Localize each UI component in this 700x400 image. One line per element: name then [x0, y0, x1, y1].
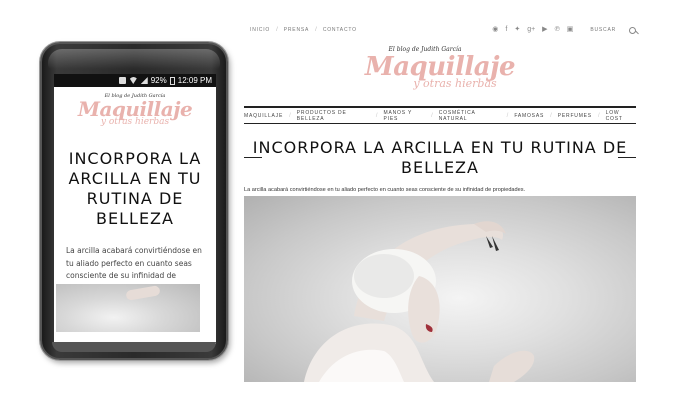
post-excerpt: La arcilla acabará convirtiéndose en tu …: [244, 187, 526, 193]
facebook-icon[interactable]: f: [505, 24, 507, 36]
battery-percent: 92%: [150, 76, 167, 85]
category-perfumes[interactable]: PERFUMES: [558, 113, 592, 119]
title-rule-right: [618, 157, 636, 158]
phone-mockup: 92% 12:09 PM El blog de Judith García Ma…: [40, 42, 228, 360]
top-nav-contacto[interactable]: CONTACTO: [323, 27, 357, 33]
category-nav: MAQUILLAJE / PRODUCTOS DE BELLEZA / MANO…: [244, 106, 636, 124]
search-icon[interactable]: [629, 26, 636, 34]
phone-sheen: [48, 49, 220, 69]
mobile-site-header: El blog de Judith García Maquillaje y ot…: [54, 87, 216, 127]
top-nav-prensa[interactable]: PRENSA: [284, 27, 309, 33]
instagram-icon[interactable]: ▣: [567, 24, 574, 36]
site-logo-sub: y otras hierbas: [413, 77, 497, 90]
photo-nail: [486, 236, 493, 248]
photo-hair-shadow: [354, 254, 414, 298]
category-separator: /: [289, 112, 291, 119]
category-famosas[interactable]: FAMOSAS: [514, 113, 544, 119]
top-nav-inicio[interactable]: INICIO: [250, 27, 270, 33]
status-time: 12:09 PM: [177, 76, 212, 85]
category-cosmetica-natural[interactable]: COSMÉTICA NATURAL: [439, 110, 501, 122]
mobile-post-title[interactable]: INCORPORA LA ARCILLA EN TU RUTINA DE BEL…: [54, 149, 216, 229]
pinterest-icon[interactable]: ℗: [555, 24, 560, 36]
mobile-photo-hand: [125, 285, 161, 301]
site-header: El blog de Judith García Maquillaje y ot…: [244, 46, 636, 90]
category-maquillaje[interactable]: MAQUILLAJE: [244, 113, 283, 119]
top-nav-separator: /: [315, 27, 317, 33]
notification-icon: [118, 77, 126, 84]
search-label[interactable]: BUSCAR: [590, 27, 616, 33]
featured-photo-illustration: [304, 221, 535, 382]
category-separator: /: [550, 112, 552, 119]
twitter-icon[interactable]: ✦: [514, 24, 520, 36]
post-featured-image[interactable]: [244, 196, 636, 382]
battery-icon: [169, 76, 175, 85]
photo-right-hand: [489, 350, 535, 382]
rss-icon[interactable]: ◉: [492, 24, 498, 36]
status-bar: 92% 12:09 PM: [54, 74, 216, 87]
photo-nail: [492, 236, 499, 251]
category-manos-y-pies[interactable]: MANOS Y PIES: [384, 110, 426, 122]
wifi-icon: [128, 77, 138, 84]
signal-icon: [140, 77, 148, 84]
mobile-post-image[interactable]: [56, 284, 200, 332]
youtube-icon[interactable]: ▶: [542, 24, 547, 36]
phone-bottom-bezel: [52, 342, 216, 352]
post-title[interactable]: INCORPORA LA ARCILLA EN TU RUTINA DE BEL…: [244, 138, 636, 178]
top-bar: INICIO / PRENSA / CONTACTO ◉ f ✦ g+ ▶ ℗ …: [244, 24, 636, 36]
desktop-site: INICIO / PRENSA / CONTACTO ◉ f ✦ g+ ▶ ℗ …: [244, 0, 636, 400]
category-separator: /: [597, 112, 600, 119]
title-rule-left: [244, 157, 262, 158]
category-separator: /: [506, 112, 509, 119]
mobile-logo[interactable]: Maquillaje: [54, 99, 216, 119]
social-links: ◉ f ✦ g+ ▶ ℗ ▣ BUSCAR: [492, 24, 636, 36]
category-separator: /: [375, 112, 378, 119]
category-productos-de-belleza[interactable]: PRODUCTOS DE BELLEZA: [297, 110, 370, 122]
category-separator: /: [431, 112, 433, 119]
top-nav-separator: /: [276, 27, 278, 33]
category-low-cost[interactable]: LOW COST: [606, 110, 636, 122]
top-nav: INICIO / PRENSA / CONTACTO: [250, 27, 357, 33]
googleplus-icon[interactable]: g+: [527, 24, 535, 36]
